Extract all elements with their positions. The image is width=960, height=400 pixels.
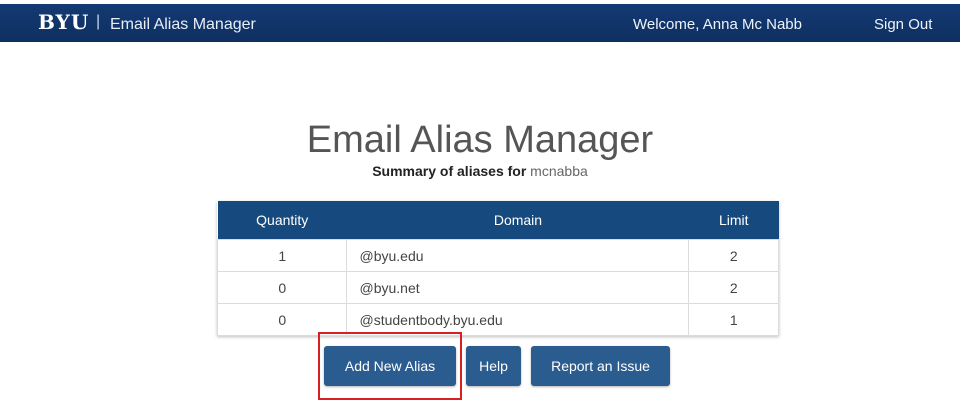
- welcome-text: Welcome, Anna Mc Nabb: [633, 16, 802, 33]
- table-header-row: Quantity Domain Limit: [217, 201, 779, 240]
- highlight-box: [318, 332, 462, 400]
- domain-cell: @byu.edu: [346, 239, 690, 272]
- report-issue-button[interactable]: Report an Issue: [531, 346, 670, 386]
- byu-logo[interactable]: BYU: [38, 10, 89, 34]
- quantity-cell: 0: [216, 271, 348, 304]
- help-button[interactable]: Help: [466, 346, 521, 386]
- top-navbar: BYU | Email Alias Manager Welcome, Anna …: [0, 4, 960, 42]
- quantity-cell: 0: [216, 303, 348, 336]
- table-row: 0 @byu.net 2: [216, 271, 779, 304]
- header-separator: |: [96, 13, 101, 30]
- column-header-quantity: Quantity: [217, 201, 347, 240]
- summary-label: Summary of aliases for: [372, 163, 527, 179]
- limit-cell: 1: [688, 303, 779, 336]
- domain-cell: @studentbody.byu.edu: [346, 303, 690, 336]
- limit-cell: 2: [688, 271, 779, 304]
- domain-cell: @byu.net: [346, 271, 690, 304]
- app-name[interactable]: Email Alias Manager: [110, 16, 256, 34]
- summary-line: Summary of aliases for mcnabba: [0, 163, 960, 179]
- column-header-domain: Domain: [346, 201, 689, 240]
- quantity-cell: 1: [216, 239, 348, 272]
- column-header-limit: Limit: [688, 201, 779, 240]
- username: mcnabba: [530, 163, 588, 179]
- page-title: Email Alias Manager: [306, 119, 654, 162]
- aliases-table: Quantity Domain Limit 1 @byu.edu 2 0 @by…: [216, 201, 779, 336]
- sign-out-link[interactable]: Sign Out: [874, 16, 932, 33]
- limit-cell: 2: [688, 239, 779, 272]
- table-row: 1 @byu.edu 2: [216, 239, 779, 272]
- table-row: 0 @studentbody.byu.edu 1: [216, 303, 779, 336]
